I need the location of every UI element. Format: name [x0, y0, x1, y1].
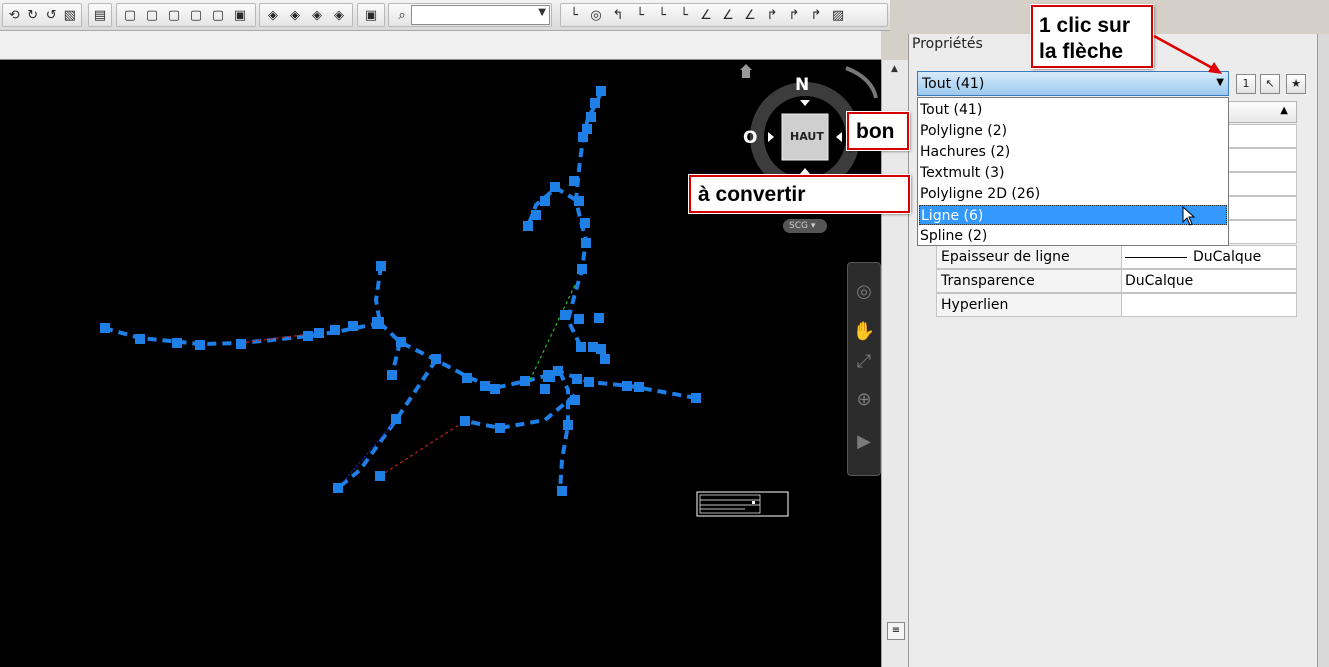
- ucs-world-icon[interactable]: ◎: [586, 5, 606, 25]
- property-label: Hyperlien: [937, 294, 1122, 316]
- ucs-zaxis-icon[interactable]: ∠: [718, 5, 738, 25]
- zoom-extents-icon[interactable]: ⤢: [848, 351, 880, 372]
- property-label: Epaisseur de ligne: [937, 246, 1122, 268]
- orbit-icon[interactable]: ⟲: [6, 5, 23, 25]
- standard-views-group: ▢ ▢ ▢ ▢ ▢ ▣: [116, 3, 256, 27]
- network-lines: [103, 91, 697, 492]
- iso-nw-icon[interactable]: ◈: [329, 5, 349, 25]
- iso-se-icon[interactable]: ◈: [285, 5, 305, 25]
- object-type-value: Tout (41): [922, 76, 985, 92]
- ucs-previous-icon[interactable]: ↰: [608, 5, 628, 25]
- ucs-3point-icon[interactable]: ∠: [740, 5, 760, 25]
- quick-select-button[interactable]: ★: [1286, 74, 1306, 94]
- property-row-hyperlink[interactable]: Hyperlien: [936, 293, 1297, 317]
- ucs-menu[interactable]: SCG ▾: [783, 219, 827, 233]
- line-sample: [1125, 256, 1187, 258]
- title-block: [696, 491, 789, 517]
- pan-icon[interactable]: ✋: [848, 321, 880, 342]
- orbit-nav-icon[interactable]: ⊕: [848, 389, 880, 410]
- property-row-transparency[interactable]: Transparence DuCalque: [936, 269, 1297, 293]
- view-right-icon[interactable]: ▢: [186, 5, 206, 25]
- view-combo[interactable]: ▼: [411, 5, 550, 25]
- view-front-icon[interactable]: ▢: [208, 5, 228, 25]
- dropdown-item[interactable]: Tout (41): [919, 100, 1227, 120]
- viewcube-west[interactable]: O: [743, 128, 757, 148]
- view-left-icon[interactable]: ▢: [164, 5, 184, 25]
- view-bottom-icon[interactable]: ▢: [142, 5, 162, 25]
- dropdown-item-selected[interactable]: Ligne (6): [919, 205, 1227, 225]
- property-label: Transparence: [937, 270, 1122, 292]
- ucs-object-icon[interactable]: └: [652, 5, 672, 25]
- file-tab-strip: [0, 31, 881, 60]
- camera-icon[interactable]: ▣: [361, 5, 381, 25]
- annotation-to-convert: à convertir: [689, 175, 910, 213]
- iso-sw-icon[interactable]: ◈: [263, 5, 283, 25]
- zoom-icon[interactable]: ⌕: [392, 5, 412, 25]
- navigation-bar: ◎ ✋ ⤢ ⊕ ▶: [847, 262, 881, 476]
- ucs-y-icon[interactable]: ↱: [784, 5, 804, 25]
- orbit-tool-group: ⟲ ↻ ↺ ▧: [2, 3, 82, 27]
- iso-views-group: ◈ ◈ ◈ ◈: [259, 3, 353, 27]
- ucs-label: SCG: [789, 221, 808, 231]
- view-back-icon[interactable]: ▣: [230, 5, 250, 25]
- drawing-canvas: [100, 64, 878, 517]
- dropdown-item[interactable]: Polyligne 2D (26): [919, 184, 1227, 204]
- showmotion-icon[interactable]: ▶: [848, 431, 880, 452]
- ucs-apply-icon[interactable]: ▨: [828, 5, 848, 25]
- ucs-origin-icon[interactable]: ∠: [696, 5, 716, 25]
- orbit-continuous-icon[interactable]: ↺: [43, 5, 60, 25]
- pickadd-toggle-button[interactable]: 1: [1236, 74, 1256, 94]
- ucs-icon[interactable]: └: [564, 5, 584, 25]
- property-value[interactable]: DuCalque: [1125, 270, 1193, 292]
- view-top-icon[interactable]: ▢: [120, 5, 140, 25]
- scroll-up-icon[interactable]: ▲: [891, 64, 898, 74]
- annotation-click-arrow: 1 clic sur la flèche: [1031, 5, 1153, 68]
- view-toolbar: ⟲ ↻ ↺ ▧ ▤ ▢ ▢ ▢ ▢ ▢ ▣ ◈ ◈ ◈ ◈ ▣ ⌕ ▼ └ ◎ …: [0, 0, 890, 31]
- chevron-down-icon: ▼: [538, 7, 546, 18]
- grip-points: [100, 86, 701, 496]
- viewcube-face[interactable]: HAUT: [790, 130, 824, 143]
- menu-icon[interactable]: ≡: [887, 622, 905, 640]
- ucs-tool-group: └ ◎ ↰ └ └ └ ∠ ∠ ∠ ↱ ↱ ↱ ▨: [560, 3, 888, 27]
- underlying-lines: [239, 284, 576, 489]
- named-views-group: ▤: [88, 3, 112, 27]
- chevron-down-icon: ▾: [810, 221, 816, 231]
- dropdown-item[interactable]: Hachures (2): [919, 142, 1227, 162]
- property-value[interactable]: DuCalque: [1125, 246, 1261, 268]
- steering-wheel-icon[interactable]: ◎: [848, 281, 880, 302]
- annotation-good: bon: [847, 112, 909, 150]
- mouse-cursor-icon: [1182, 206, 1196, 226]
- dropdown-item[interactable]: Spline (2): [919, 226, 1227, 246]
- camera-group: ▣: [357, 3, 385, 27]
- annotation-arrow: [1153, 34, 1222, 74]
- ucs-face-icon[interactable]: └: [630, 5, 650, 25]
- ucs-view-icon[interactable]: └: [674, 5, 694, 25]
- select-objects-button[interactable]: ↖: [1260, 74, 1280, 94]
- iso-ne-icon[interactable]: ◈: [307, 5, 327, 25]
- ucs-x-icon[interactable]: ↱: [762, 5, 782, 25]
- orbit-free-icon[interactable]: ↻: [25, 5, 42, 25]
- property-row-lineweight[interactable]: Epaisseur de ligne DuCalque: [936, 245, 1297, 269]
- viewcube-north[interactable]: N: [795, 75, 809, 95]
- palette-side-strip: [1317, 34, 1329, 667]
- ucs-z-icon[interactable]: ↱: [806, 5, 826, 25]
- vertical-scrollbar[interactable]: ▲ ≡: [881, 60, 908, 667]
- home-icon[interactable]: [740, 64, 752, 78]
- dropdown-item[interactable]: Textmult (3): [919, 163, 1227, 183]
- collapse-icon[interactable]: ▲: [1280, 105, 1288, 116]
- dropdown-item[interactable]: Polyligne (2): [919, 121, 1227, 141]
- named-views-icon[interactable]: ▤: [92, 5, 108, 25]
- walk-icon[interactable]: ▧: [62, 5, 79, 25]
- drawing-area[interactable]: N O HAUT SCG ▾: [0, 60, 881, 667]
